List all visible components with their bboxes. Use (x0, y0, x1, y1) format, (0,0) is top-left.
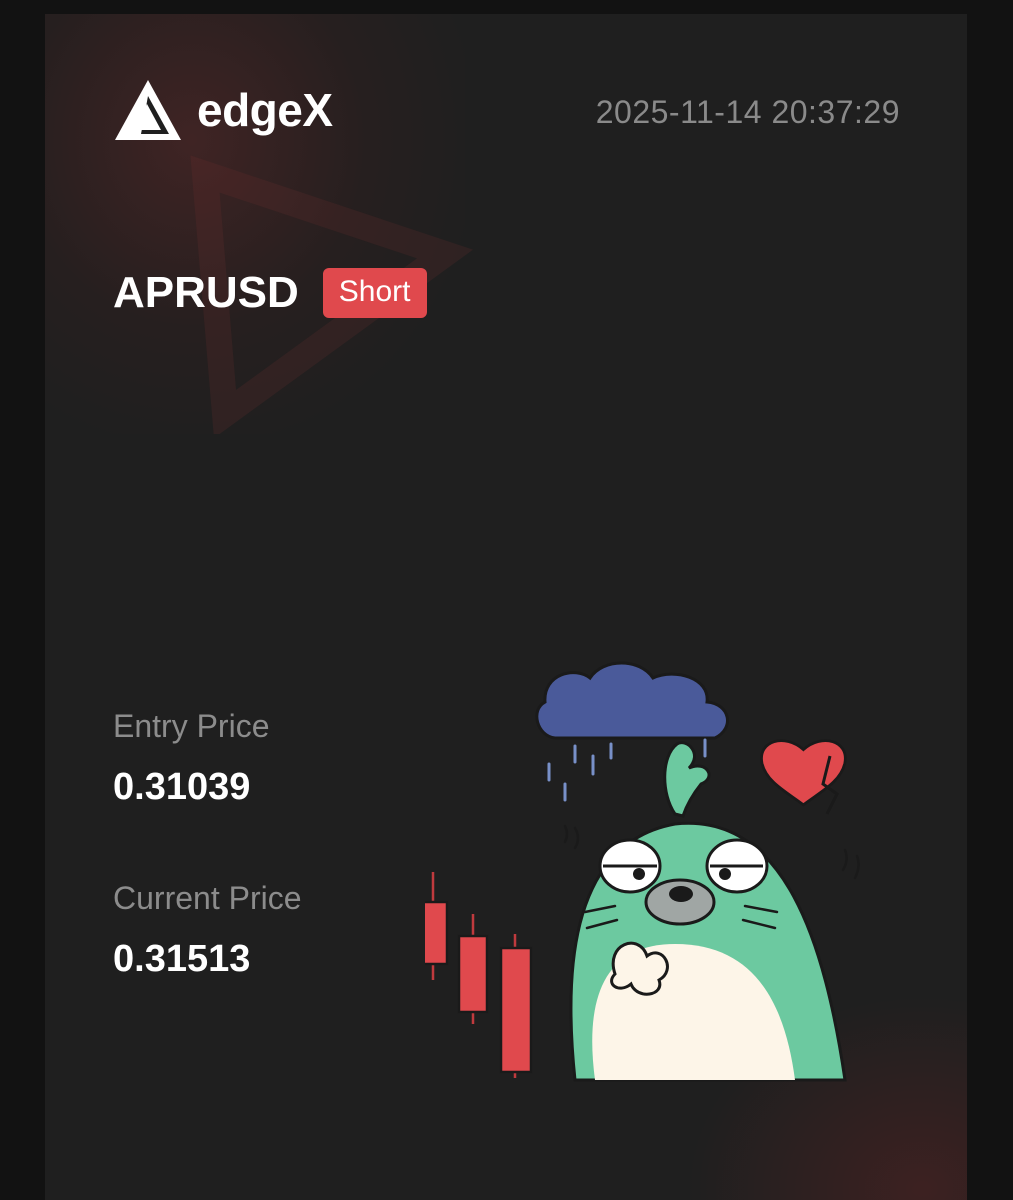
candlestick-icons (425, 872, 533, 1078)
share-timestamp: 2025-11-14 20:37:29 (595, 94, 900, 130)
edgex-logo-icon (115, 80, 181, 140)
position-header: APRUSD Short (113, 268, 427, 318)
sad-seal-mascot (425, 661, 860, 1082)
trading-pair: APRUSD (113, 268, 299, 317)
side-badge: Short (322, 268, 427, 318)
entry-price-value: 0.31039 (113, 766, 251, 808)
current-price-value: 0.31513 (113, 938, 251, 980)
entry-price-label: Entry Price (113, 708, 270, 744)
brand-name: edgeX (197, 84, 333, 136)
current-price-label: Current Price (113, 880, 302, 916)
brand-logo: edgeX (113, 78, 333, 142)
share-card: edgeX 2025-11-14 20:37:29 APRUSD Short E… (45, 14, 967, 1200)
broken-heart-icon (760, 739, 847, 815)
